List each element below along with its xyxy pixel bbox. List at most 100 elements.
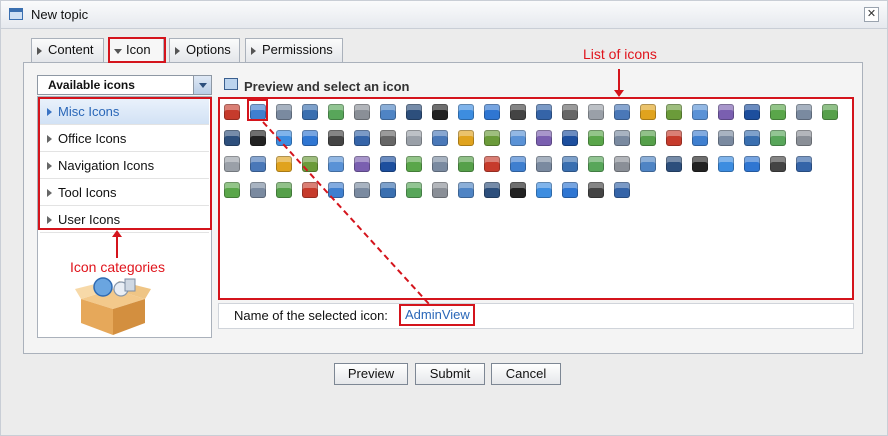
keyboard-icon[interactable] (354, 104, 370, 120)
chat-bubble-icon[interactable] (692, 104, 708, 120)
hand-icon[interactable] (458, 130, 474, 146)
text-icon[interactable] (276, 182, 292, 198)
search-doc-icon[interactable] (614, 156, 630, 172)
folder-yellow-icon[interactable] (640, 130, 656, 146)
info-blue-icon[interactable] (718, 130, 734, 146)
doc-red-icon[interactable] (380, 130, 396, 146)
tab-permissions[interactable]: Permissions (245, 38, 343, 62)
speaker-icon[interactable] (692, 156, 708, 172)
contact-icon[interactable] (484, 156, 500, 172)
cancel-button[interactable]: Cancel (491, 363, 561, 385)
submit-button[interactable]: Submit (415, 363, 485, 385)
recycle-icon[interactable] (536, 156, 552, 172)
cloud-icon[interactable] (406, 182, 422, 198)
tab-options[interactable]: Options (169, 38, 240, 62)
download-icon[interactable] (822, 104, 838, 120)
window-blank-icon[interactable] (380, 182, 396, 198)
window-stack-icon[interactable] (692, 130, 708, 146)
tab-label: Permissions (262, 42, 333, 57)
flash-icon[interactable] (354, 130, 370, 146)
triangle-right-icon (251, 47, 256, 55)
chain-icon[interactable] (796, 130, 812, 146)
book-open-icon[interactable] (328, 130, 344, 146)
document-icon[interactable] (380, 156, 396, 172)
edit-star-icon[interactable] (250, 130, 266, 146)
new-topic-dialog: New topic ✕ Content Icon Options Permiss… (0, 0, 888, 436)
rss-feed-icon[interactable] (588, 156, 604, 172)
globe-blue-icon[interactable] (562, 182, 578, 198)
sun-cloud-icon[interactable] (432, 182, 448, 198)
tag-icon[interactable] (224, 182, 240, 198)
folder-arrow-icon[interactable] (640, 104, 656, 120)
pdf-icon[interactable] (224, 104, 240, 120)
puzzle-icon[interactable] (276, 130, 292, 146)
fire-truck-icon[interactable] (302, 130, 318, 146)
medal-icon[interactable] (302, 156, 318, 172)
checklist-icon[interactable] (666, 104, 682, 120)
pen-box-icon[interactable] (406, 130, 422, 146)
network-icon[interactable] (744, 104, 760, 120)
eye-icon[interactable] (796, 156, 812, 172)
terminal-icon[interactable] (432, 104, 448, 120)
folder-doc-icon[interactable] (588, 130, 604, 146)
globe-icon[interactable] (458, 104, 474, 120)
info-icon[interactable] (484, 104, 500, 120)
tab-content[interactable]: Content (31, 38, 104, 62)
rainbow-icon[interactable] (510, 156, 526, 172)
cd-icon[interactable] (354, 182, 370, 198)
lock-icon[interactable] (224, 156, 240, 172)
window-bar-icon[interactable] (328, 104, 344, 120)
new-icon[interactable] (328, 156, 344, 172)
rain-icon[interactable] (484, 182, 500, 198)
preview-button[interactable]: Preview (334, 363, 408, 385)
linux-icon[interactable] (302, 182, 318, 198)
shield-icon[interactable] (640, 156, 656, 172)
calendar-icon[interactable] (562, 130, 578, 146)
card-icon[interactable] (250, 156, 266, 172)
star-icon[interactable] (614, 182, 630, 198)
scissors-icon[interactable] (328, 182, 344, 198)
close-button[interactable]: ✕ (864, 7, 879, 22)
chevron-down-icon[interactable] (193, 76, 211, 94)
hammer-icon[interactable] (536, 130, 552, 146)
list-icon[interactable] (380, 104, 396, 120)
money-icon[interactable] (458, 156, 474, 172)
window-icon[interactable] (302, 104, 318, 120)
bomb-icon[interactable] (510, 104, 526, 120)
rss-icon[interactable] (562, 156, 578, 172)
html-icon[interactable] (510, 130, 526, 146)
mail-icon[interactable] (432, 156, 448, 172)
list-numbered-icon[interactable] (614, 104, 630, 120)
sun-icon[interactable] (536, 182, 552, 198)
refresh-icon[interactable] (224, 130, 240, 146)
printer-icon[interactable] (796, 104, 812, 120)
highlight-tab-box (108, 37, 166, 63)
bar-chart-icon[interactable] (770, 156, 786, 172)
link-icon[interactable] (562, 104, 578, 120)
css-icon[interactable] (770, 104, 786, 120)
star-badge-icon[interactable] (744, 156, 760, 172)
reader-icon[interactable] (406, 156, 422, 172)
window-gray-icon[interactable] (744, 130, 760, 146)
category-dropdown[interactable]: Available icons (37, 75, 212, 95)
medal-star-icon[interactable] (718, 156, 734, 172)
box-arrow-icon[interactable] (666, 130, 682, 146)
book-icon[interactable] (536, 104, 552, 120)
folder-tree-icon[interactable] (614, 130, 630, 146)
pen-window-icon[interactable] (718, 104, 734, 120)
pencil-icon[interactable] (276, 156, 292, 172)
storm-icon[interactable] (458, 182, 474, 198)
home-icon[interactable] (484, 130, 500, 146)
pointer-icon[interactable] (666, 156, 682, 172)
page-icon[interactable] (250, 182, 266, 198)
tools-icon[interactable] (276, 104, 292, 120)
paper-icon[interactable] (354, 156, 370, 172)
annotation-list-of-icons: List of icons (583, 46, 657, 62)
snow-icon[interactable] (510, 182, 526, 198)
font-icon[interactable] (432, 130, 448, 146)
cube-icon[interactable] (588, 104, 604, 120)
tab-label: Content (48, 42, 94, 57)
window-list-icon[interactable] (770, 130, 786, 146)
html-blue-icon[interactable] (588, 182, 604, 198)
window-split-icon[interactable] (406, 104, 422, 120)
